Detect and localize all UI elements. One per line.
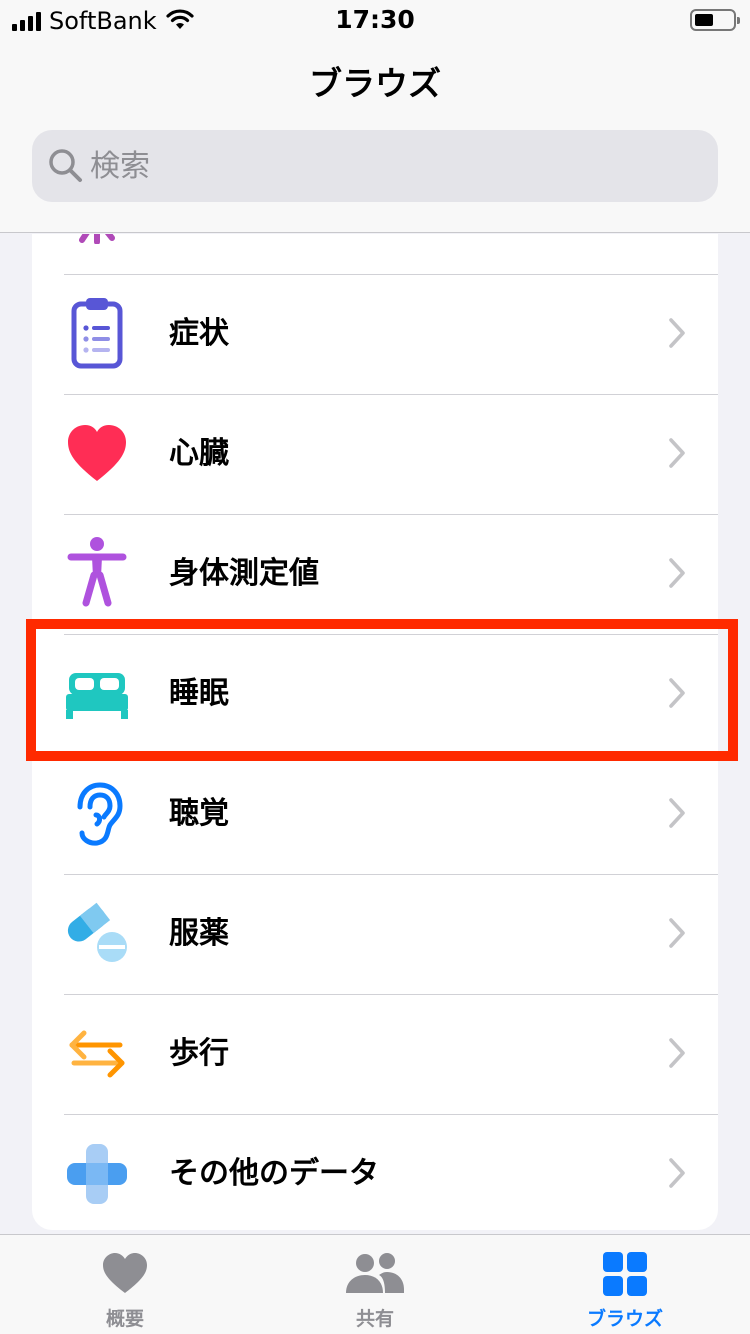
row-separator (64, 274, 718, 275)
status-time: 17:30 (335, 5, 415, 34)
search-icon (48, 148, 84, 188)
ear-icon (64, 781, 130, 847)
category-label: 歩行 (169, 1036, 229, 1071)
category-label: 症状 (169, 316, 229, 351)
chevron-right-icon (668, 797, 686, 833)
navigation-header: ブラウズ (0, 40, 750, 233)
category-row-symptoms[interactable]: 症状 (32, 274, 718, 394)
bed-icon (64, 661, 130, 727)
search-input[interactable] (90, 142, 690, 190)
row-separator (64, 874, 718, 875)
status-bar: SoftBank 17:30 (0, 0, 750, 40)
page-title: ブラウズ (309, 64, 441, 103)
arrows-icon (64, 1021, 130, 1087)
tab-label: 共有 (355, 1308, 394, 1330)
category-row-medications[interactable]: 服薬 (32, 874, 718, 994)
category-row-hearing[interactable]: 聴覚 (32, 754, 718, 874)
tab-bar: 概要 共有 ブラウズ (0, 1234, 750, 1334)
clipboard-icon (64, 298, 130, 369)
row-separator (64, 1114, 718, 1115)
people-icon (250, 1251, 500, 1295)
partial-category-icon (64, 234, 130, 244)
chevron-right-icon (668, 437, 686, 473)
heart-icon (0, 1251, 250, 1295)
tab-label: ブラウズ (586, 1308, 663, 1330)
row-separator (64, 514, 718, 515)
chevron-right-icon (668, 1037, 686, 1073)
row-separator (64, 394, 718, 395)
chevron-right-icon (668, 557, 686, 593)
category-row-other-data[interactable]: その他のデータ (32, 1114, 718, 1234)
heart-icon (64, 421, 130, 487)
row-separator (64, 994, 718, 995)
category-label: 聴覚 (169, 796, 229, 831)
category-label: 服薬 (169, 916, 229, 951)
chevron-right-icon (668, 917, 686, 953)
plus-icon (64, 1141, 130, 1207)
category-list: 症状 心臓 身体測定値 睡眠 聴覚 服薬 歩行 その他のデータ (0, 234, 750, 1234)
category-label: 心臓 (169, 436, 229, 471)
chevron-right-icon (668, 1157, 686, 1193)
battery-icon (690, 9, 740, 31)
chevron-right-icon (668, 317, 686, 353)
tab-label: 概要 (105, 1308, 144, 1330)
figure-icon (64, 537, 130, 607)
category-row-sleep[interactable]: 睡眠 (32, 634, 718, 754)
pills-icon (64, 901, 130, 967)
category-label: その他のデータ (169, 1156, 379, 1191)
row-separator (64, 634, 718, 635)
category-label: 睡眠 (169, 676, 229, 711)
category-row-mobility[interactable]: 歩行 (32, 994, 718, 1114)
chevron-right-icon (668, 677, 686, 713)
category-label: 身体測定値 (169, 556, 319, 591)
search-bar[interactable] (32, 130, 718, 202)
row-separator (64, 754, 718, 755)
grid-icon (500, 1251, 750, 1297)
tab-summary[interactable]: 概要 (0, 1235, 250, 1334)
tab-sharing[interactable]: 共有 (250, 1235, 500, 1334)
category-row-heart[interactable]: 心臓 (32, 394, 718, 514)
category-row-body-measurements[interactable]: 身体測定値 (32, 514, 718, 634)
tab-browse[interactable]: ブラウズ (500, 1235, 750, 1334)
